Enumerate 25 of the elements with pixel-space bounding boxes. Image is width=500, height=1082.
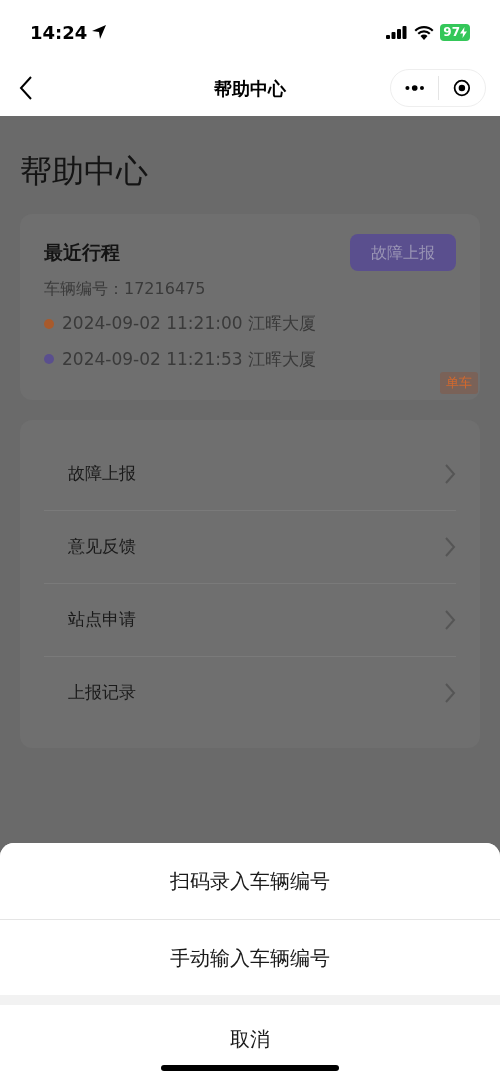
sheet-option[interactable]: 扫码录入车辆编号 [0,843,500,919]
sheet-option[interactable]: 手动输入车辆编号 [0,919,500,995]
battery-level: 97 [443,23,460,41]
status-time: 14:24 [30,20,88,45]
wifi-icon [414,24,435,40]
card-title: 最近行程 [44,240,120,266]
menu-item[interactable]: 意见反馈 [44,510,456,584]
chevron-icon [444,682,456,704]
back-icon[interactable] [18,75,34,101]
chevron-icon [444,535,456,558]
chevron-icon [444,608,456,631]
cancel-button[interactable]: 取消 [0,1005,500,1082]
menu-item[interactable]: 故障上报 [44,437,456,511]
menu-item[interactable]: 站点申请 [44,583,456,657]
location-arrow-icon [91,24,108,40]
page-heading: 帮助中心 [20,151,149,192]
close-icon[interactable] [453,77,471,99]
charging-bolt-icon [460,26,467,38]
nav-title: 帮助中心 [214,76,286,101]
more-icon[interactable] [405,84,425,92]
signal-icon [386,25,409,39]
chevron-icon [444,462,456,485]
bike-tag: 单车 [440,372,478,394]
menu-item[interactable]: 上报记录 [44,656,456,730]
report-button[interactable]: 故障上报 [350,234,456,271]
